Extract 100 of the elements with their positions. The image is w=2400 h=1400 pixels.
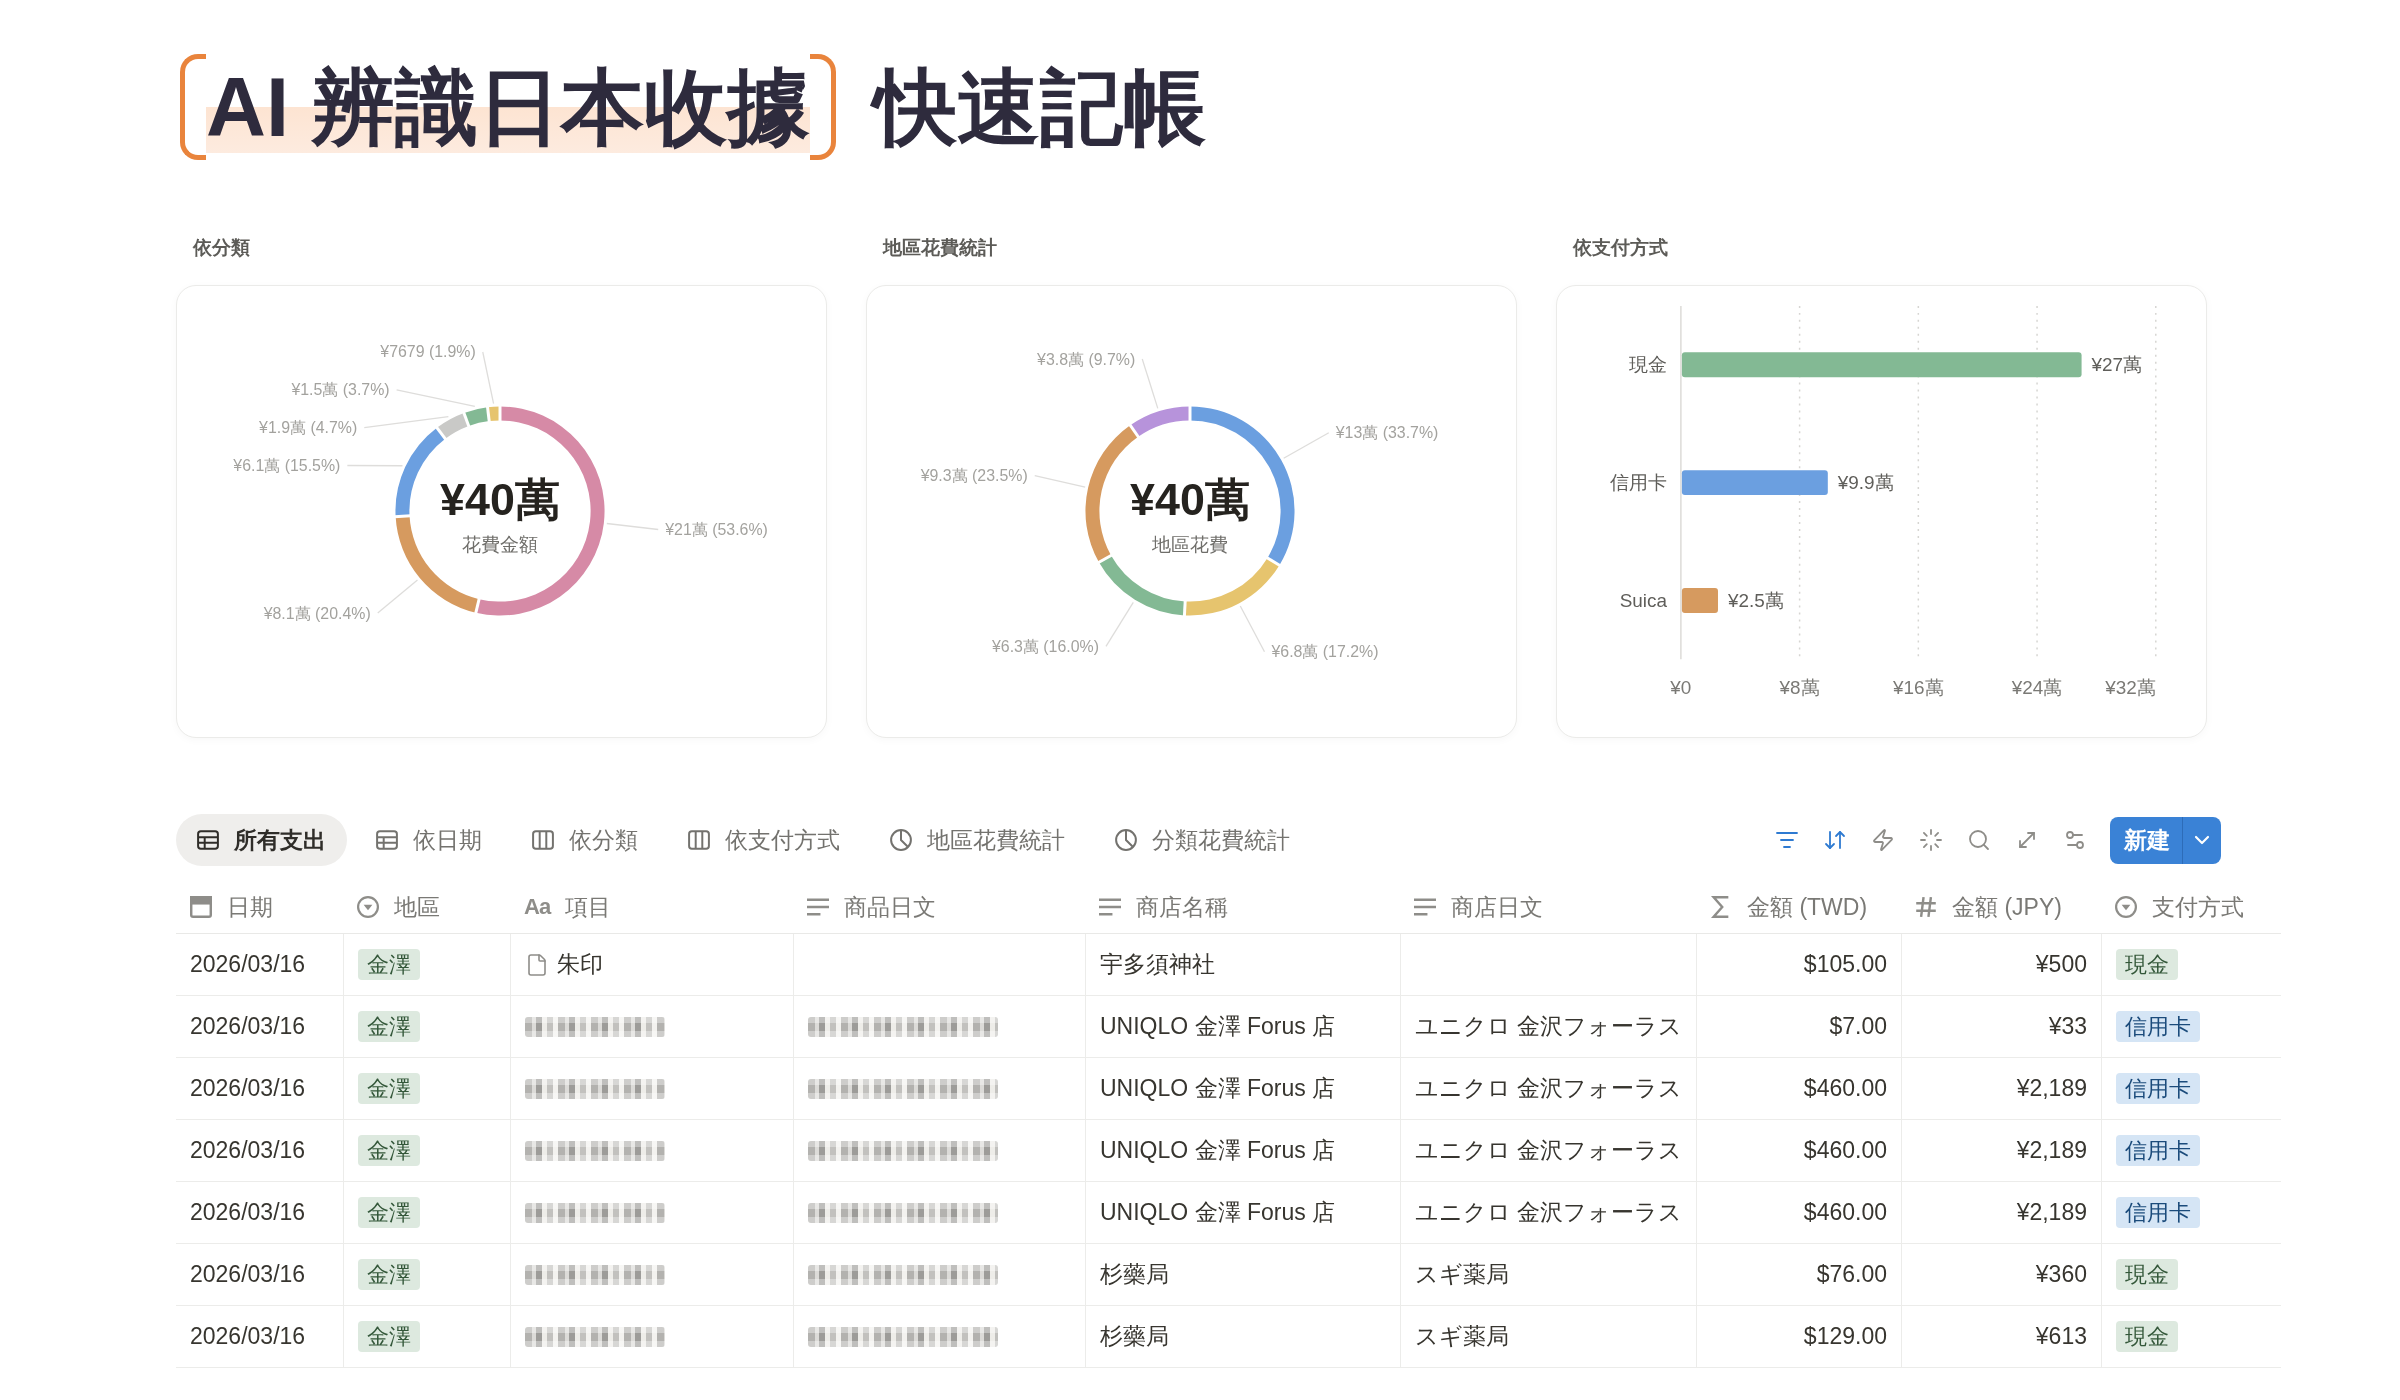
view-tab[interactable]: 地區花費統計 (869, 814, 1086, 866)
table-cell-text: 2026/03/16 (189, 1012, 307, 1041)
slice-label: ¥8.1萬 (20.4%) (263, 604, 371, 622)
dropdown-circle-icon (357, 896, 379, 918)
payment-tag: 現金 (2116, 1321, 2178, 1352)
file-icon (525, 952, 549, 977)
table-cell: ユニクロ 金沢フォーラス (1400, 1058, 1696, 1119)
tick-label: ¥8萬 (1779, 676, 1820, 698)
payment-tag: 信用卡 (2116, 1011, 2200, 1042)
item-title[interactable]: 朱印 (557, 949, 603, 980)
tick-label: ¥24萬 (2011, 676, 2063, 698)
column-header[interactable]: 金額 (JPY) (1901, 881, 2101, 933)
payment-tag: 信用卡 (2116, 1073, 2200, 1104)
leader-line (482, 351, 495, 405)
tick-label: ¥0 (1670, 676, 1692, 698)
table-cell: ¥613 (1901, 1306, 2101, 1367)
column-header[interactable]: 商店名稱 (1085, 881, 1400, 933)
table-cell-text: 2026/03/16 (189, 950, 307, 979)
table-cell: ¥360 (1901, 1244, 2101, 1305)
new-button[interactable]: 新建 (2110, 816, 2182, 864)
view-tab[interactable]: 所有支出 (176, 814, 347, 866)
category-label: Suica (1619, 589, 1667, 611)
type-glyph: Aa (524, 894, 551, 920)
view-tab[interactable]: 分類花費統計 (1094, 814, 1311, 866)
sort-icon (1823, 828, 1847, 852)
view-tab[interactable]: 依日期 (355, 814, 503, 866)
headline-highlight: AI 辨識日本收據 (206, 61, 811, 153)
table-cell: ¥2,189 (1901, 1058, 2101, 1119)
table-cell: $460.00 (1696, 1182, 1901, 1243)
table-cell: ユニクロ 金沢フォーラス (1400, 1182, 1696, 1243)
view-tab[interactable]: 依支付方式 (667, 814, 861, 866)
region-tag: 金澤 (358, 1135, 420, 1166)
table-cell: $76.00 (1696, 1244, 1901, 1305)
region-tag: 金澤 (358, 1011, 420, 1042)
table-cell-text: 2026/03/16 (189, 1260, 307, 1289)
chart-title: 地區花費統計 (881, 236, 998, 260)
column-header[interactable]: 地區 (343, 881, 510, 933)
region-tag: 金澤 (358, 1321, 420, 1352)
table-icon (197, 829, 219, 851)
leader-line (1105, 601, 1134, 647)
payment-tag: 現金 (2116, 949, 2178, 980)
region-tag: 金澤 (358, 1197, 420, 1228)
view-tab[interactable]: 依分類 (511, 814, 659, 866)
loader-icon (1919, 828, 1943, 852)
table-cell: 宇多須神社 (1085, 934, 1400, 995)
table-cell: 杉藥局 (1085, 1306, 1400, 1367)
calendar-icon (190, 896, 212, 918)
payment-tag: 現金 (2116, 1259, 2178, 1290)
leader-line (1141, 358, 1159, 410)
table-cell-text: 2026/03/16 (189, 1074, 307, 1103)
table-cell-text: 2026/03/16 (189, 1322, 307, 1351)
table-cell: UNIQLO 金澤 Forus 店 (1085, 996, 1400, 1057)
hash-icon (1915, 896, 1937, 918)
dropdown-circle-icon (2115, 896, 2137, 918)
leader-line (1034, 474, 1086, 488)
column-header[interactable]: 支付方式 (2101, 881, 2281, 933)
table-cell: スギ薬局 (1400, 1244, 1696, 1305)
chart-title: 依分類 (191, 236, 251, 260)
table-cell-text: 2026/03/16 (189, 1136, 307, 1165)
leader-line (1283, 432, 1330, 459)
text-lines-icon (1414, 896, 1436, 918)
leader-line (377, 579, 419, 614)
column-header[interactable]: 金額 (TWD) (1696, 881, 1901, 933)
table-cell: $7.00 (1696, 996, 1901, 1057)
columns-icon (532, 829, 554, 851)
table-cell: スギ薬局 (1400, 1306, 1696, 1367)
value-label: ¥9.9萬 (1837, 472, 1894, 494)
chart-title: 依支付方式 (1571, 236, 1669, 260)
dropdown-button[interactable] (2182, 816, 2221, 864)
column-header[interactable]: 日期 (176, 881, 343, 933)
leader-line (346, 464, 404, 467)
table-cell: ¥2,189 (1901, 1120, 2101, 1181)
slice-label: ¥3.8萬 (9.7%) (1037, 350, 1136, 368)
column-header[interactable]: Aa 項目 (510, 881, 793, 933)
text-lines-icon (1099, 896, 1121, 918)
slice-label: ¥6.3萬 (16.0%) (991, 637, 1100, 655)
region-tag: 金澤 (358, 1073, 420, 1104)
category-label: 信用卡 (1609, 472, 1667, 494)
slice-label: ¥9.3萬 (23.5%) (920, 467, 1028, 485)
value-label: ¥2.5萬 (1727, 589, 1784, 611)
slice-label: ¥6.1萬 (15.5%) (233, 457, 341, 474)
slice-label: ¥1.5萬 (3.7%) (291, 381, 390, 399)
tick-label: ¥32萬 (2105, 676, 2156, 698)
slice-label: ¥6.8萬 (17.2%) (1271, 643, 1379, 661)
region-tag: 金澤 (358, 949, 420, 980)
table-cell: UNIQLO 金澤 Forus 店 (1085, 1120, 1400, 1181)
column-header[interactable]: 商店日文 (1400, 881, 1696, 933)
slice-label: ¥7679 (1.9%) (380, 343, 476, 361)
slice-label: ¥21萬 (53.6%) (665, 521, 768, 538)
leader-line (606, 522, 659, 531)
slice-label: ¥13萬 (33.7%) (1335, 424, 1439, 442)
table-icon (376, 829, 398, 851)
sliders-icon (2063, 828, 2087, 852)
pie-chart-icon (1115, 829, 1137, 851)
donut-total: ¥40萬 (440, 474, 560, 525)
lightning-icon (1871, 828, 1895, 852)
pie-chart-icon (890, 829, 912, 851)
table-cell: UNIQLO 金澤 Forus 店 (1085, 1182, 1400, 1243)
table-cell: ¥33 (1901, 996, 2101, 1057)
column-header[interactable]: 商品日文 (793, 881, 1085, 933)
